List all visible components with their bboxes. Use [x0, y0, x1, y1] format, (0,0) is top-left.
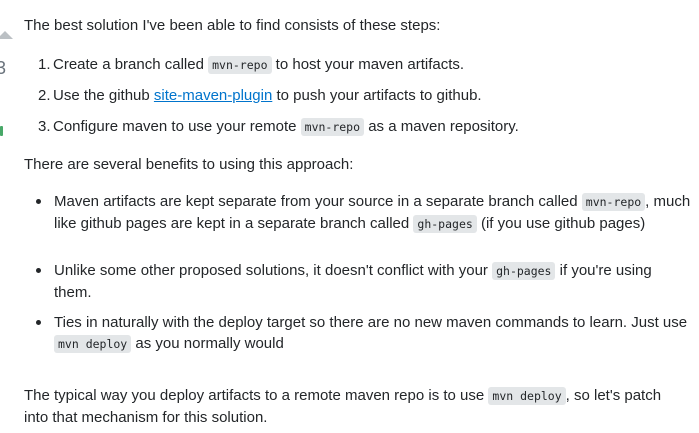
step-text: Create a branch called — [53, 56, 204, 73]
site-maven-plugin-link[interactable]: site-maven-plugin — [154, 87, 272, 104]
bullet-icon — [36, 320, 41, 325]
step-number: 2. — [38, 87, 51, 104]
vote-gutter: 3 — [0, 0, 14, 433]
benefits-list: Maven artifacts are kept separate from y… — [24, 191, 692, 364]
step-number: 3. — [38, 118, 51, 135]
benefit-text: as you normally would — [135, 335, 284, 352]
accepted-check-icon — [0, 126, 3, 136]
intro-paragraph: The best solution I've been able to find… — [24, 17, 441, 34]
step-text: Use the github — [53, 87, 150, 104]
benefit-item: Maven artifacts are kept separate from y… — [24, 191, 692, 260]
upvote-arrow-icon[interactable] — [0, 31, 13, 39]
inline-code: mvn deploy — [54, 335, 132, 353]
benefit-item: Unlike some other proposed solutions, it… — [24, 260, 692, 312]
benefit-item: Ties in naturally with the deploy target… — [24, 312, 692, 364]
inline-code: mvn-repo — [208, 56, 272, 74]
benefit-text: Ties in naturally with the deploy target… — [54, 314, 688, 331]
closing-paragraph: The typical way you deploy artifacts to … — [24, 385, 684, 428]
closing-text: The typical way you deploy artifacts to … — [24, 387, 485, 404]
benefits-intro-paragraph: There are several benefits to using this… — [24, 156, 354, 173]
inline-code: mvn-repo — [300, 118, 365, 136]
benefit-text: Maven artifacts are kept separate from y… — [54, 193, 578, 210]
step-item: 1. Create a branch called mvn-repo to ho… — [24, 54, 519, 85]
bullet-icon — [36, 268, 41, 273]
step-text: to push your artifacts to github. — [276, 87, 482, 104]
step-item: 2. Use the github site-maven-plugin to p… — [24, 85, 519, 116]
inline-code: gh-pages — [492, 262, 556, 280]
step-text: to host your maven artifacts. — [275, 56, 465, 73]
inline-code: gh-pages — [413, 215, 477, 233]
step-number: 1. — [38, 56, 51, 73]
benefit-text: (if you use github pages) — [480, 215, 646, 232]
steps-list: 1. Create a branch called mvn-repo to ho… — [24, 54, 519, 147]
step-text: as a maven repository. — [368, 118, 519, 135]
bullet-icon — [36, 199, 41, 204]
benefit-text: Unlike some other proposed solutions, it… — [54, 262, 488, 279]
inline-code: mvn-repo — [581, 193, 646, 211]
step-item: 3. Configure maven to use your remote mv… — [24, 116, 519, 147]
inline-code: mvn deploy — [488, 387, 566, 405]
vote-count: 3 — [0, 58, 7, 78]
step-text: Configure maven to use your remote — [53, 118, 297, 135]
